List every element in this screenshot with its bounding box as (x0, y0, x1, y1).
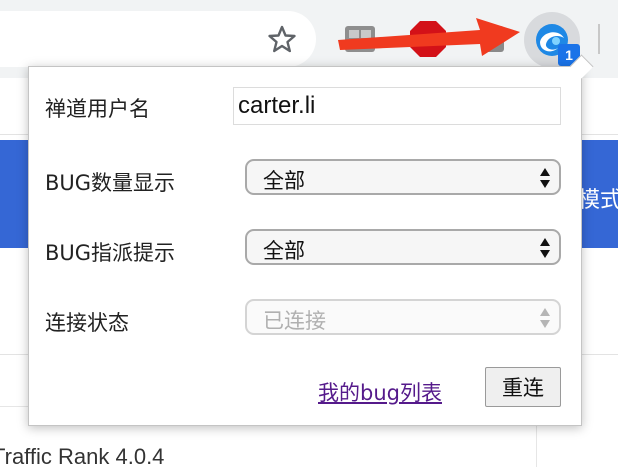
bug-count-value: 全部 (263, 169, 305, 193)
bug-assign-select[interactable]: 全部 (245, 229, 561, 265)
chevron-updown-icon (540, 168, 550, 188)
bug-assign-value: 全部 (263, 239, 305, 263)
my-bugs-link[interactable]: 我的bug列表 (318, 377, 442, 407)
extension-popup: 禅道用户名 BUG数量显示 全部 BUG指派提示 全部 连接状态 已连接 我的b… (28, 54, 594, 426)
bug-assign-label: BUG指派提示 (45, 241, 176, 265)
chevron-updown-icon (540, 308, 550, 328)
connection-select: 已连接 (245, 299, 561, 335)
toolbar-divider (598, 24, 600, 54)
page-bottom-text: Traffic Rank 4.0.4 (0, 444, 165, 469)
connection-value: 已连接 (263, 309, 326, 333)
page-header-text: 模式 (578, 188, 618, 213)
bug-count-select[interactable]: 全部 (245, 159, 561, 195)
star-icon[interactable] (266, 23, 298, 55)
bug-count-label: BUG数量显示 (45, 171, 176, 195)
chevron-updown-icon (540, 238, 550, 258)
red-arrow-annotation (338, 18, 520, 56)
connection-label: 连接状态 (45, 311, 129, 335)
username-label: 禅道用户名 (45, 97, 150, 121)
username-input[interactable] (233, 87, 561, 125)
reconnect-button[interactable]: 重连 (485, 367, 561, 407)
